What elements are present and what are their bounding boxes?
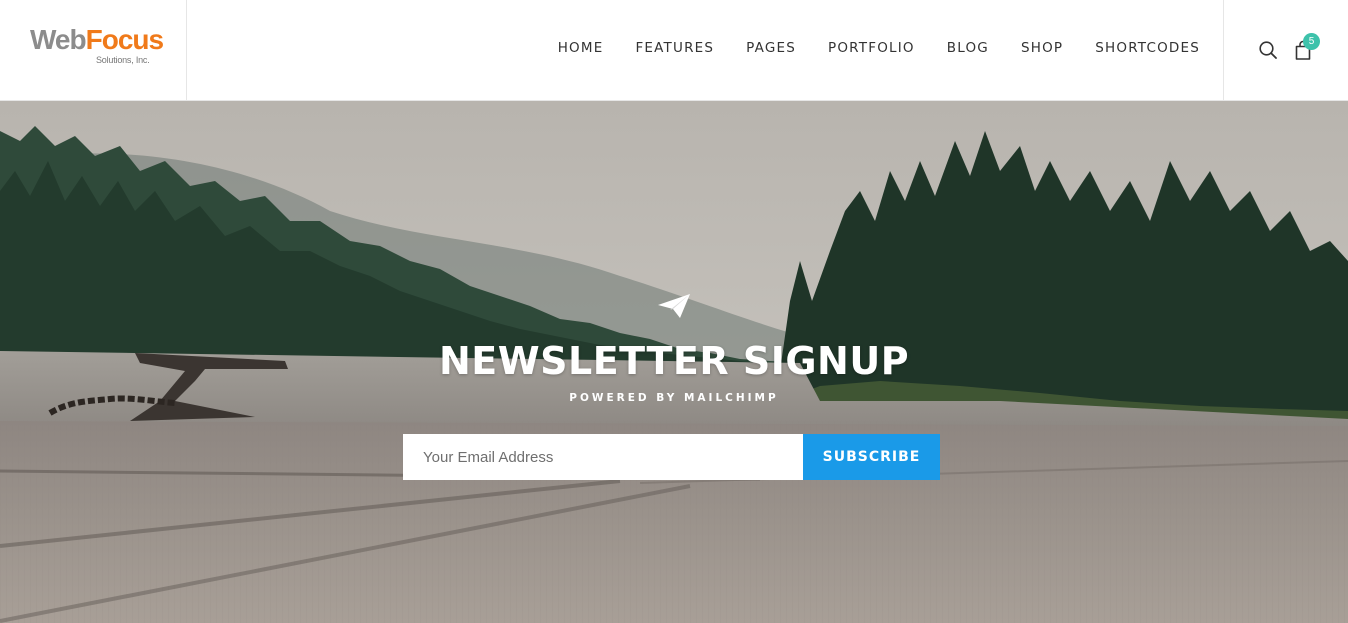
newsletter-subtitle: POWERED BY MAILCHIMP xyxy=(569,392,779,404)
nav-item-blog[interactable]: BLOG xyxy=(947,39,989,57)
site-logo[interactable]: WebFocus Solutions, Inc. xyxy=(30,24,164,65)
search-icon[interactable] xyxy=(1257,39,1279,61)
nav-item-shortcodes[interactable]: SHORTCODES xyxy=(1095,39,1200,57)
logo-tagline: Solutions, Inc. xyxy=(96,55,150,65)
logo-text-focus: Focus xyxy=(85,24,164,55)
nav-item-portfolio[interactable]: PORTFOLIO xyxy=(828,39,915,57)
logo-area: WebFocus Solutions, Inc. xyxy=(0,0,187,100)
paper-plane-icon xyxy=(656,292,692,320)
header-tools: 5 xyxy=(1223,0,1348,100)
nav-item-home[interactable]: HOME xyxy=(558,39,604,57)
nav-item-features[interactable]: FEATURES xyxy=(635,39,714,57)
site-header: WebFocus Solutions, Inc. HOME FEATURES P… xyxy=(0,0,1348,101)
cart-count-badge: 5 xyxy=(1303,33,1320,50)
nav-item-pages[interactable]: PAGES xyxy=(746,39,796,57)
subscribe-button[interactable]: SUBSCRIBE xyxy=(803,434,940,480)
main-nav: HOME FEATURES PAGES PORTFOLIO BLOG SHOP … xyxy=(558,39,1200,57)
newsletter-form: SUBSCRIBE xyxy=(403,434,940,480)
logo-wordmark: WebFocus xyxy=(30,24,164,55)
nav-item-shop[interactable]: SHOP xyxy=(1021,39,1063,57)
newsletter-title: NEWSLETTER SIGNUP xyxy=(438,339,910,383)
newsletter-hero: NEWSLETTER SIGNUP POWERED BY MAILCHIMP S… xyxy=(0,101,1348,623)
logo-text-web: Web xyxy=(30,24,87,55)
email-field[interactable] xyxy=(403,434,803,480)
